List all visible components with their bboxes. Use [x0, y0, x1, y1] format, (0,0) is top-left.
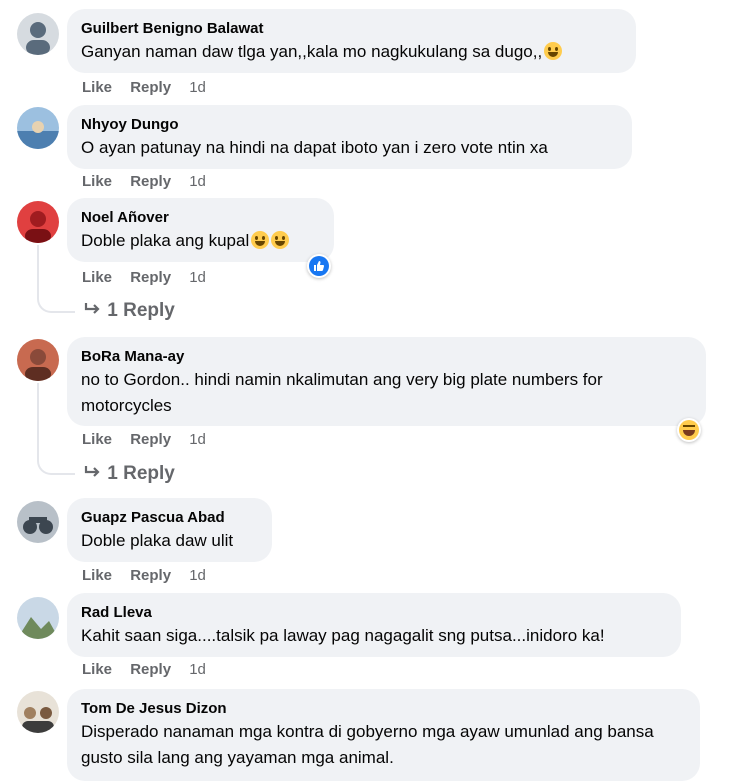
comment-actions: Like Reply 1d: [82, 431, 220, 448]
author-name[interactable]: Rad Lleva: [81, 603, 667, 623]
comment-text: Kahit saan siga....talsik pa laway pag n…: [81, 626, 605, 645]
author-name[interactable]: Tom De Jesus Dizon: [81, 699, 686, 719]
comment-text: no to Gordon.. hindi namin nkalimutan an…: [81, 370, 603, 415]
avatar[interactable]: [17, 501, 59, 543]
like-button[interactable]: Like: [82, 173, 112, 190]
timestamp[interactable]: 1d: [189, 567, 206, 584]
like-button[interactable]: Like: [82, 79, 112, 96]
comment-text: Disperado nanaman mga kontra di gobyerno…: [81, 722, 654, 767]
face-with-tears-of-joy-icon: [251, 231, 270, 249]
avatar-photo-icon: [17, 597, 59, 639]
avatar[interactable]: [17, 107, 59, 149]
timestamp[interactable]: 1d: [189, 269, 206, 286]
comment-bubble: Guilbert Benigno Balawat Ganyan naman da…: [67, 9, 636, 73]
reply-arrow-icon: [84, 303, 100, 314]
reply-button[interactable]: Reply: [130, 173, 171, 190]
comment-text-body: Doble plaka ang kupal: [81, 231, 250, 250]
comment-bubble: Nhyoy Dungo O ayan patunay na hindi na d…: [67, 105, 632, 169]
comment-actions: Like Reply 1d: [82, 567, 220, 584]
comment-text: Ganyan naman daw tlga yan,,kala mo nagku…: [81, 39, 622, 65]
timestamp[interactable]: 1d: [189, 79, 206, 96]
comment-bubble: Rad Lleva Kahit saan siga....talsik pa l…: [67, 593, 681, 657]
comment-actions: Like Reply 1d: [82, 173, 220, 190]
like-button[interactable]: Like: [82, 431, 112, 448]
avatar-photo-icon: [17, 501, 59, 543]
reply-arrow-icon: [84, 466, 100, 477]
avatar-photo-icon: [17, 201, 59, 243]
view-replies-link[interactable]: 1 Reply: [84, 300, 175, 322]
avatar-photo-icon: [17, 339, 59, 381]
comment-bubble: BoRa Mana-ay no to Gordon.. hindi namin …: [67, 337, 706, 426]
grinning-face-with-sweat-icon: [544, 42, 563, 60]
avatar-photo-icon: [17, 107, 59, 149]
author-name[interactable]: Guilbert Benigno Balawat: [81, 19, 622, 39]
reply-button[interactable]: Reply: [130, 431, 171, 448]
avatar[interactable]: [17, 691, 59, 733]
replies-count[interactable]: 1 Reply: [107, 463, 175, 484]
reply-button[interactable]: Reply: [130, 567, 171, 584]
reply-button[interactable]: Reply: [130, 269, 171, 286]
timestamp[interactable]: 1d: [189, 173, 206, 190]
comment-actions: Like Reply 1d: [82, 269, 220, 286]
comment-text: Doble plaka ang kupal: [81, 228, 320, 254]
thread-line: [37, 245, 75, 313]
avatar-photo-icon: [17, 691, 59, 733]
timestamp[interactable]: 1d: [189, 661, 206, 678]
comment-bubble: Guapz Pascua Abad Doble plaka daw ulit: [67, 498, 272, 562]
author-name[interactable]: BoRa Mana-ay: [81, 347, 692, 367]
like-button[interactable]: Like: [82, 567, 112, 584]
avatar[interactable]: [17, 13, 59, 55]
avatar[interactable]: [17, 201, 59, 243]
rolling-on-floor-laughing-icon: [271, 231, 290, 249]
avatar[interactable]: [17, 339, 59, 381]
author-name[interactable]: Guapz Pascua Abad: [81, 508, 258, 528]
reply-button[interactable]: Reply: [130, 79, 171, 96]
thumbs-up-icon: [314, 261, 325, 271]
comment-text: Doble plaka daw ulit: [81, 531, 234, 550]
replies-count[interactable]: 1 Reply: [107, 300, 175, 321]
author-name[interactable]: Noel Añover: [81, 208, 320, 228]
comment-bubble: Tom De Jesus Dizon Disperado nanaman mga…: [67, 689, 700, 781]
reply-button[interactable]: Reply: [130, 661, 171, 678]
like-button[interactable]: Like: [82, 661, 112, 678]
comment-text-body: Ganyan naman daw tlga yan,,kala mo nagku…: [81, 42, 543, 61]
timestamp[interactable]: 1d: [189, 431, 206, 448]
comment-actions: Like Reply 1d: [82, 79, 220, 96]
avatar-photo-icon: [17, 13, 59, 55]
haha-icon: [679, 420, 699, 440]
avatar[interactable]: [17, 597, 59, 639]
comment-actions: Like Reply 1d: [82, 661, 220, 678]
author-name[interactable]: Nhyoy Dungo: [81, 115, 618, 135]
comment-text: O ayan patunay na hindi na dapat iboto y…: [81, 138, 548, 157]
reaction-like-badge[interactable]: [307, 254, 331, 278]
like-button[interactable]: Like: [82, 269, 112, 286]
view-replies-link[interactable]: 1 Reply: [84, 463, 175, 485]
reaction-haha-badge[interactable]: [677, 418, 701, 442]
comment-bubble: Noel Añover Doble plaka ang kupal: [67, 198, 334, 262]
